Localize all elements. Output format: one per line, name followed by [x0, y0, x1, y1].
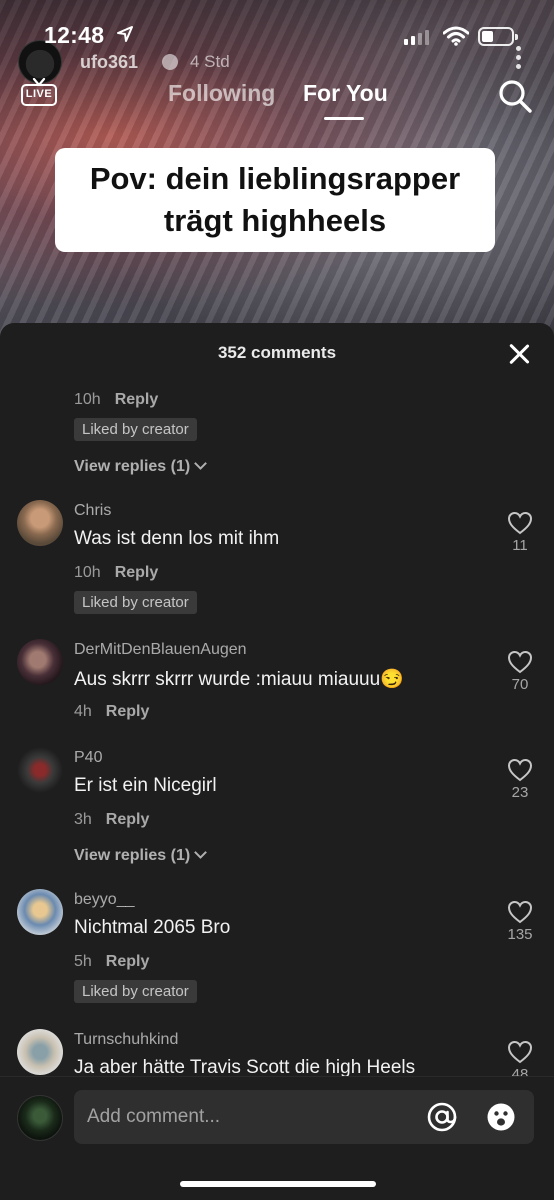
- battery-icon: [478, 27, 518, 46]
- comment-meta: 10h Reply: [74, 391, 158, 409]
- comment-meta: 3h Reply: [74, 811, 149, 829]
- comment-username[interactable]: DerMitDenBlauenAugen: [74, 641, 247, 659]
- comments-sheet: 352 comments 10h Reply Liked by creator V…: [0, 323, 554, 1200]
- avatar[interactable]: [17, 500, 63, 546]
- wifi-icon: [443, 26, 469, 46]
- comment-meta: 10h Reply: [74, 564, 158, 582]
- comments-count-title: 352 comments: [217, 343, 337, 362]
- like-button[interactable]: 23: [505, 758, 535, 801]
- comment-username[interactable]: Turnschuhkind: [74, 1031, 178, 1049]
- tab-following[interactable]: Following: [168, 80, 275, 107]
- creator-post-time: 4 Std: [190, 52, 230, 71]
- mention-at-icon[interactable]: [426, 1101, 458, 1133]
- view-replies-button[interactable]: View replies (1): [74, 457, 208, 476]
- comment-username[interactable]: beyyo__: [74, 891, 135, 909]
- comment-input-container[interactable]: [74, 1090, 534, 1144]
- smirk-emoji-icon: 😏: [380, 669, 404, 690]
- view-replies-button[interactable]: View replies (1): [74, 846, 208, 865]
- active-tab-indicator: [324, 117, 364, 120]
- comment-time: 5h: [74, 953, 92, 970]
- search-icon[interactable]: [497, 78, 533, 114]
- emoji-icon[interactable]: [485, 1101, 517, 1133]
- avatar[interactable]: [17, 747, 63, 793]
- liked-by-creator-badge: Liked by creator: [74, 980, 197, 1003]
- heart-icon: [507, 758, 533, 782]
- view-replies-label: View replies (1): [74, 458, 191, 475]
- status-time: 12:48: [44, 22, 105, 48]
- comment-time: 10h: [74, 564, 101, 581]
- avatar[interactable]: [17, 1029, 63, 1075]
- like-count: 70: [511, 676, 529, 693]
- comment-text: Er ist ein Nicegirl: [74, 775, 217, 796]
- view-replies-label: View replies (1): [74, 847, 191, 864]
- add-comment-input[interactable]: [87, 1090, 417, 1144]
- reply-button[interactable]: Reply: [115, 391, 159, 408]
- verified-badge-icon: [162, 54, 178, 70]
- live-button[interactable]: LIVE: [21, 78, 57, 108]
- reply-button[interactable]: Reply: [106, 703, 150, 720]
- comment-time: 4h: [74, 703, 92, 720]
- live-label: LIVE: [21, 84, 57, 106]
- comment-text: Aus skrrr skrrr wurde :miauu miauuu😏: [74, 667, 404, 691]
- heart-icon: [507, 900, 533, 924]
- avatar[interactable]: [17, 639, 63, 685]
- creator-username[interactable]: ufo361: [80, 52, 138, 73]
- comment-text-body: Aus skrrr skrrr wurde :miauu miauuu: [74, 669, 381, 690]
- like-count: 23: [511, 784, 529, 801]
- comment-meta: 4h Reply: [74, 703, 149, 721]
- chevron-down-icon: [194, 846, 208, 859]
- comment-meta: 5h Reply: [74, 953, 149, 971]
- comment-username[interactable]: Chris: [74, 502, 111, 520]
- more-options-icon[interactable]: [516, 46, 522, 72]
- like-button[interactable]: 135: [505, 900, 535, 943]
- cellular-signal-icon: [404, 30, 429, 45]
- like-count: 11: [512, 537, 528, 554]
- comment-text: Nichtmal 2065 Bro: [74, 917, 231, 938]
- like-button[interactable]: 11: [505, 511, 535, 554]
- heart-icon: [507, 511, 533, 535]
- avatar[interactable]: [17, 889, 63, 935]
- like-count: 135: [507, 926, 533, 943]
- comment-username[interactable]: P40: [74, 749, 102, 767]
- close-icon[interactable]: [508, 343, 530, 365]
- chevron-down-icon: [194, 457, 208, 470]
- reply-button[interactable]: Reply: [106, 811, 150, 828]
- video-caption: Pov: dein lieblingsrapper trägt highheel…: [55, 148, 495, 252]
- caption-line: trägt highheels: [163, 203, 387, 238]
- caption-line: Pov: dein lieblingsrapper: [89, 161, 461, 196]
- comment-time: 10h: [74, 391, 101, 408]
- liked-by-creator-badge: Liked by creator: [74, 591, 197, 614]
- reply-button[interactable]: Reply: [106, 953, 150, 970]
- heart-icon: [507, 650, 533, 674]
- tab-for-you[interactable]: For You: [303, 80, 388, 107]
- like-button[interactable]: 70: [505, 650, 535, 693]
- reply-button[interactable]: Reply: [115, 564, 159, 581]
- heart-icon: [507, 1040, 533, 1064]
- location-arrow-icon: [117, 26, 133, 42]
- comment-time: 3h: [74, 811, 92, 828]
- status-bar: 12:48: [0, 22, 554, 52]
- home-indicator[interactable]: [180, 1181, 376, 1187]
- current-user-avatar: [17, 1095, 63, 1141]
- liked-by-creator-badge: Liked by creator: [74, 418, 197, 441]
- comment-text: Was ist denn los mit ihm: [74, 528, 280, 549]
- comment-list[interactable]: 10h Reply Liked by creator View replies (…: [0, 383, 554, 1138]
